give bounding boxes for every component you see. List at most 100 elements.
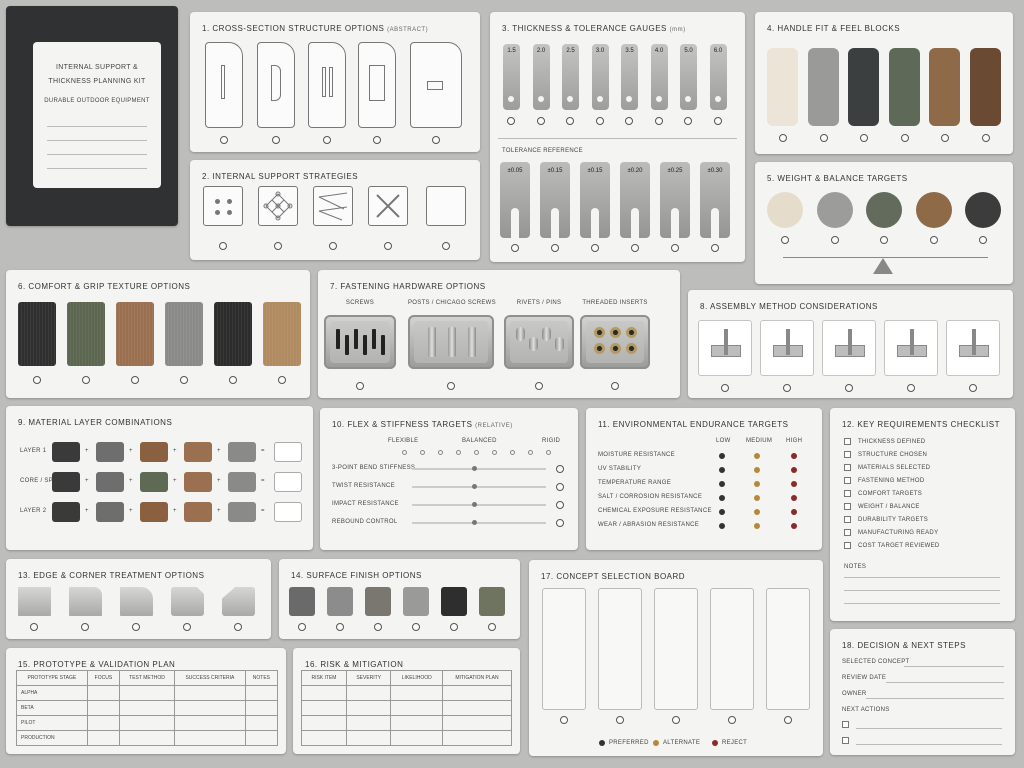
flex-slider-knob[interactable] bbox=[472, 502, 477, 507]
table-cell[interactable] bbox=[390, 715, 443, 731]
env-level-dot[interactable] bbox=[791, 481, 797, 487]
radio-edge-2[interactable] bbox=[81, 623, 89, 631]
radio-handle-4[interactable] bbox=[900, 134, 909, 142]
table-cell[interactable] bbox=[119, 715, 175, 731]
table-cell[interactable] bbox=[441, 685, 513, 701]
env-level-dot[interactable] bbox=[791, 453, 797, 459]
table-cell[interactable] bbox=[345, 730, 392, 746]
radio-finish-4[interactable] bbox=[412, 623, 420, 631]
concept-slot[interactable] bbox=[598, 588, 642, 710]
env-level-dot[interactable] bbox=[719, 509, 725, 515]
radio-assembly-2[interactable] bbox=[783, 384, 791, 392]
radio-weight-2[interactable] bbox=[830, 236, 839, 244]
radio-weight-4[interactable] bbox=[929, 236, 938, 244]
table-cell[interactable] bbox=[390, 730, 443, 746]
radio-grip-4[interactable] bbox=[180, 376, 188, 384]
radio-finish-6[interactable] bbox=[488, 623, 496, 631]
checklist-checkbox[interactable] bbox=[844, 438, 851, 445]
checklist-checkbox[interactable] bbox=[844, 464, 851, 471]
table-cell[interactable] bbox=[345, 700, 392, 716]
radio-gauge-4[interactable] bbox=[595, 117, 604, 125]
radio-s2-5[interactable] bbox=[442, 242, 450, 250]
table-cell[interactable] bbox=[119, 685, 175, 701]
radio-tolerance-1[interactable] bbox=[511, 244, 519, 252]
table-cell[interactable] bbox=[173, 700, 246, 716]
table-cell[interactable] bbox=[119, 730, 175, 746]
table-cell[interactable] bbox=[86, 715, 121, 731]
radio-s1-5[interactable] bbox=[432, 136, 440, 144]
radio-hardware-2[interactable] bbox=[447, 382, 455, 390]
radio-gauge-8[interactable] bbox=[713, 117, 722, 125]
radio-gauge-7[interactable] bbox=[684, 117, 692, 125]
env-level-dot[interactable] bbox=[754, 481, 760, 487]
radio-gauge-1[interactable] bbox=[507, 117, 515, 125]
env-level-dot[interactable] bbox=[791, 467, 797, 473]
layer-result-box[interactable] bbox=[274, 502, 302, 522]
radio-grip-2[interactable] bbox=[82, 376, 90, 384]
radio-assembly-3[interactable] bbox=[845, 384, 853, 392]
radio-concept-5[interactable] bbox=[784, 716, 792, 724]
checklist-checkbox[interactable] bbox=[844, 516, 851, 523]
table-cell[interactable] bbox=[86, 685, 121, 701]
radio-concept-2[interactable] bbox=[616, 716, 624, 724]
radio-handle-2[interactable] bbox=[819, 134, 828, 142]
radio-concept-1[interactable] bbox=[560, 716, 568, 724]
radio-handle-5[interactable] bbox=[941, 134, 949, 142]
concept-slot[interactable] bbox=[710, 588, 754, 710]
checklist-checkbox[interactable] bbox=[844, 542, 851, 549]
table-cell[interactable] bbox=[441, 715, 513, 731]
radio-tolerance-2[interactable] bbox=[551, 244, 559, 252]
concept-slot[interactable] bbox=[542, 588, 586, 710]
radio-s2-2[interactable] bbox=[274, 242, 282, 250]
env-level-dot[interactable] bbox=[754, 453, 760, 459]
env-level-dot[interactable] bbox=[719, 495, 725, 501]
radio-weight-1[interactable] bbox=[781, 236, 789, 244]
table-cell[interactable] bbox=[244, 700, 279, 716]
radio-gauge-6[interactable] bbox=[654, 117, 663, 125]
radio-flex-1[interactable] bbox=[556, 465, 564, 473]
flex-slider-knob[interactable] bbox=[472, 466, 477, 471]
table-cell[interactable] bbox=[301, 715, 347, 731]
env-level-dot[interactable] bbox=[719, 523, 725, 529]
radio-assembly-5[interactable] bbox=[969, 384, 977, 392]
radio-grip-5[interactable] bbox=[229, 376, 237, 384]
radio-flex-4[interactable] bbox=[556, 519, 564, 527]
env-level-dot[interactable] bbox=[719, 481, 725, 487]
radio-edge-4[interactable] bbox=[183, 623, 191, 631]
radio-s1-3[interactable] bbox=[323, 136, 331, 144]
radio-s1-4[interactable] bbox=[373, 136, 381, 144]
table-cell[interactable] bbox=[345, 715, 392, 731]
env-level-dot[interactable] bbox=[719, 453, 725, 459]
radio-s1-2[interactable] bbox=[272, 136, 280, 144]
radio-edge-1[interactable] bbox=[30, 623, 38, 631]
radio-tolerance-5[interactable] bbox=[671, 244, 679, 252]
next-action-checkbox[interactable] bbox=[842, 721, 849, 728]
radio-handle-6[interactable] bbox=[981, 134, 990, 142]
table-cell[interactable] bbox=[244, 685, 279, 701]
decision-field-input[interactable] bbox=[866, 698, 1004, 699]
checklist-checkbox[interactable] bbox=[844, 503, 851, 510]
table-cell[interactable] bbox=[86, 730, 121, 746]
radio-finish-5[interactable] bbox=[450, 623, 458, 631]
radio-concept-4[interactable] bbox=[728, 716, 736, 724]
radio-assembly-4[interactable] bbox=[907, 384, 915, 392]
table-cell[interactable] bbox=[173, 730, 246, 746]
concept-slot[interactable] bbox=[766, 588, 810, 710]
table-cell[interactable] bbox=[119, 700, 175, 716]
layer-result-box[interactable] bbox=[274, 472, 302, 492]
radio-flex-2[interactable] bbox=[556, 483, 564, 491]
table-cell[interactable] bbox=[301, 685, 347, 701]
radio-s1-1[interactable] bbox=[220, 136, 228, 144]
table-cell[interactable] bbox=[301, 700, 347, 716]
radio-weight-5[interactable] bbox=[979, 236, 987, 244]
radio-s2-3[interactable] bbox=[329, 242, 337, 250]
env-level-dot[interactable] bbox=[754, 467, 760, 473]
env-level-dot[interactable] bbox=[791, 523, 797, 529]
radio-weight-3[interactable] bbox=[880, 236, 888, 244]
table-cell[interactable] bbox=[390, 700, 443, 716]
radio-tolerance-6[interactable] bbox=[711, 244, 719, 252]
next-action-checkbox[interactable] bbox=[842, 737, 849, 744]
concept-slot[interactable] bbox=[654, 588, 698, 710]
checklist-checkbox[interactable] bbox=[844, 529, 851, 536]
radio-assembly-1[interactable] bbox=[721, 384, 729, 392]
